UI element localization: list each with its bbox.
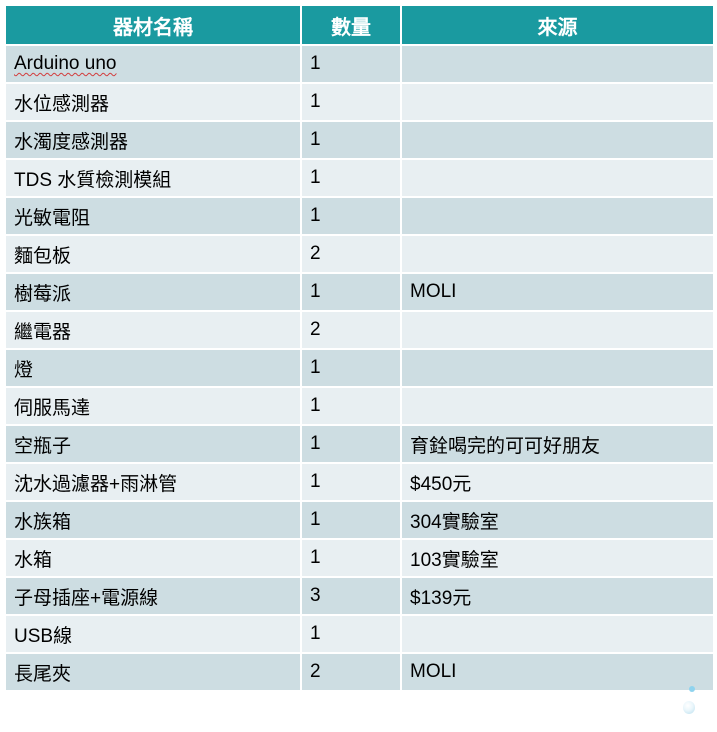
table-row: 水族箱 1 304實驗室 [4,500,715,540]
cell-source [400,348,715,388]
cell-source [400,310,715,350]
cell-source: 育銓喝完的可可好朋友 [400,424,715,464]
cell-source: 304實驗室 [400,500,715,540]
cell-name: 燈 [4,348,302,388]
cell-quantity: 1 [300,424,402,464]
header-name: 器材名稱 [4,4,302,46]
table-row: 光敏電阻 1 [4,196,715,236]
cell-name: 水族箱 [4,500,302,540]
cell-quantity: 1 [300,44,402,84]
water-drop-icon [689,686,695,692]
cell-name: USB線 [4,614,302,654]
cell-quantity: 1 [300,500,402,540]
cell-source [400,196,715,236]
cell-name: 空瓶子 [4,424,302,464]
cell-quantity: 2 [300,234,402,274]
cell-source [400,234,715,274]
cell-source [400,120,715,160]
cell-name: 光敏電阻 [4,196,302,236]
cell-name: 水位感測器 [4,82,302,122]
cell-name: 水箱 [4,538,302,578]
cell-quantity: 1 [300,272,402,312]
cell-source [400,44,715,84]
cell-name: 樹莓派 [4,272,302,312]
cell-quantity: 1 [300,614,402,654]
table-row: 伺服馬達 1 [4,386,715,426]
table-row: 麵包板 2 [4,234,715,274]
table-header-row: 器材名稱 數量 來源 [4,4,715,46]
cell-source: MOLI [400,652,715,692]
cell-quantity: 1 [300,348,402,388]
table-row: 水濁度感測器 1 [4,120,715,160]
cell-source [400,158,715,198]
table-row: TDS 水質檢測模組 1 [4,158,715,198]
cell-name: 子母插座+電源線 [4,576,302,616]
cell-quantity: 2 [300,652,402,692]
table-row: USB線 1 [4,614,715,654]
cell-name: 繼電器 [4,310,302,350]
cell-quantity: 1 [300,386,402,426]
cell-quantity: 1 [300,82,402,122]
equipment-table-container: 器材名稱 數量 來源 Arduino uno 1 水位感測器 1 水濁度感測器 … [4,4,715,726]
cell-source [400,82,715,122]
equipment-table: 器材名稱 數量 來源 Arduino uno 1 水位感測器 1 水濁度感測器 … [4,4,715,692]
cell-name: TDS 水質檢測模組 [4,158,302,198]
table-row: 子母插座+電源線 3 $139元 [4,576,715,616]
table-row: 長尾夾 2 MOLI [4,652,715,692]
name-text: Arduino uno [14,53,117,74]
cell-name: 麵包板 [4,234,302,274]
cell-name: 長尾夾 [4,652,302,692]
cell-source: 103實驗室 [400,538,715,578]
cell-source [400,386,715,426]
table-row: 水位感測器 1 [4,82,715,122]
cell-quantity: 1 [300,196,402,236]
cell-quantity: 1 [300,462,402,502]
table-row: 沈水過濾器+雨淋管 1 $450元 [4,462,715,502]
header-quantity: 數量 [300,4,402,46]
table-row: 樹莓派 1 MOLI [4,272,715,312]
cell-source [400,614,715,654]
cell-source: $139元 [400,576,715,616]
table-row: 燈 1 [4,348,715,388]
cell-quantity: 1 [300,158,402,198]
cell-quantity: 1 [300,538,402,578]
cell-name: Arduino uno [4,44,302,84]
water-drop-icon [683,701,695,714]
cell-source: $450元 [400,462,715,502]
cell-name: 沈水過濾器+雨淋管 [4,462,302,502]
table-row: 空瓶子 1 育銓喝完的可可好朋友 [4,424,715,464]
cell-quantity: 3 [300,576,402,616]
table-row: 繼電器 2 [4,310,715,350]
cell-name: 水濁度感測器 [4,120,302,160]
table-row: Arduino uno 1 [4,44,715,84]
cell-quantity: 2 [300,310,402,350]
table-row: 水箱 1 103實驗室 [4,538,715,578]
cell-name: 伺服馬達 [4,386,302,426]
header-source: 來源 [400,4,715,46]
cell-quantity: 1 [300,120,402,160]
cell-source: MOLI [400,272,715,312]
